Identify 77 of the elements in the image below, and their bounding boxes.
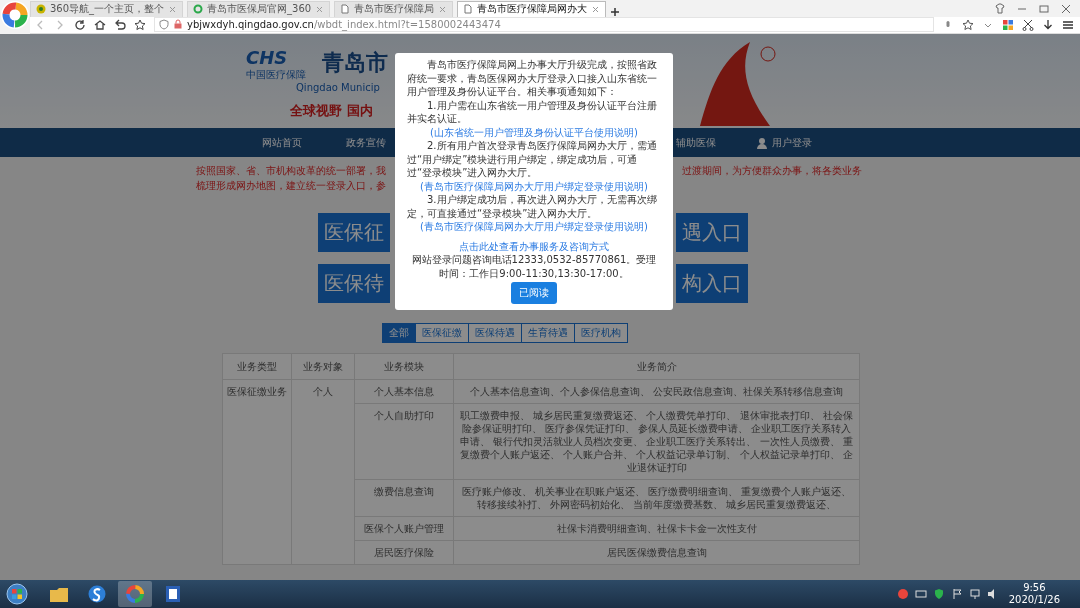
colorful-ring-icon[interactable]	[125, 585, 145, 603]
filter-tab[interactable]: 医保征缴	[415, 323, 469, 343]
apps-grid-icon[interactable]	[1002, 18, 1014, 31]
close-icon[interactable]	[591, 4, 601, 14]
scissors-icon[interactable]	[1022, 18, 1034, 31]
browser-tab[interactable]: 360导航_一个主页，整个	[30, 0, 184, 17]
column-header: 业务简介	[453, 353, 860, 380]
plus-icon[interactable]	[610, 6, 621, 17]
undo-icon[interactable]	[114, 18, 126, 31]
flag-icon[interactable]	[950, 588, 963, 600]
read-button[interactable]: 已阅读	[511, 282, 557, 304]
column-header: 业务对象	[291, 353, 355, 380]
shield-icon	[159, 19, 169, 31]
home-icon[interactable]	[94, 18, 106, 31]
dialog-paragraph: 3.用户绑定成功后，再次进入网办大厅，无需再次绑定，可直接通过“登录模块”进入网办大厅。	[407, 193, 658, 220]
start-orb-icon[interactable]	[6, 583, 28, 605]
shield-icon[interactable]	[932, 588, 945, 600]
entry-button[interactable]: 医保待	[318, 264, 390, 303]
column-header: 业务模块	[354, 353, 454, 380]
table-cell: 个人基本信息	[354, 379, 454, 404]
clock-date: 2020/1/26	[1008, 594, 1060, 606]
contact-text: 网站登录问题咨询电话12333,0532-85770861。受理时间：工作日9:00-11:30,13:30-17:00。	[410, 253, 658, 280]
filter-tab[interactable]: 全部	[382, 323, 416, 343]
menu-icon[interactable]	[1062, 18, 1074, 31]
download-icon[interactable]	[1042, 18, 1054, 31]
filter-tab[interactable]: 医保待遇	[468, 323, 522, 343]
dialog-paragraph: 2.所有用户首次登录青岛医疗保障局网办大厅，需通过“用户绑定”模块进行用户绑定，绑定成功后，可通过“登录模块”进入网办大厅。	[407, 139, 658, 180]
network-icon[interactable]	[968, 588, 981, 600]
table-cell: 个人	[291, 379, 355, 565]
page-icon	[463, 4, 474, 14]
browser-tab[interactable]: 青岛市医保局官网_360	[187, 0, 331, 17]
guide-link[interactable]: (青岛市医疗保障局网办大厅用户绑定登录使用说明)	[407, 179, 661, 193]
logo-text: CHS	[246, 48, 289, 68]
nav-item[interactable]: 辅助医保	[676, 135, 716, 150]
table-cell: 居民医保缴费信息查询	[453, 540, 860, 565]
entry-button[interactable]: 医保征	[318, 213, 390, 252]
folder-icon[interactable]	[49, 585, 69, 603]
slogan-text: 全球视野 国内	[290, 102, 373, 120]
table-cell: 医保征缴业务	[222, 379, 292, 565]
site-subtitle: Qingdao Municip	[296, 82, 380, 93]
nav-item[interactable]: 网站首页	[262, 135, 302, 150]
user-icon[interactable]	[756, 136, 768, 149]
document-icon[interactable]	[163, 585, 183, 603]
lock-icon	[173, 19, 183, 31]
shirt-icon[interactable]	[994, 2, 1006, 15]
column-header: 业务类型	[222, 353, 292, 380]
table-cell: 居民医疗保险	[354, 540, 454, 565]
table-cell: 缴费信息查询	[354, 479, 454, 517]
table-cell: 个人基本信息查询、个人参保信息查询、 公安民政信息查询、社保关系转移信息查询	[453, 379, 860, 404]
login-link[interactable]: 用户登录	[772, 135, 812, 150]
nav-item[interactable]: 政务宣传	[346, 135, 386, 150]
page-icon	[340, 4, 351, 14]
clock-time: 9:56	[1023, 582, 1046, 594]
table-cell: 个人自助打印	[354, 403, 454, 480]
guide-link[interactable]: (山东省统一用户管理及身份认证平台使用说明)	[407, 125, 661, 139]
filter-tab[interactable]: 医疗机构	[574, 323, 628, 343]
notice-text: 过渡期间，为方便群众办事，将各类业务	[682, 164, 862, 178]
keyboard-icon[interactable]	[914, 588, 927, 600]
close-icon[interactable]	[1060, 2, 1072, 15]
site-title: 青岛市	[322, 49, 388, 77]
colorful-ring-logo-icon[interactable]	[0, 0, 30, 30]
address-field[interactable]: ybjwxdyh.qingdao.gov.cn/wbdt_index.html?t=1580002443474	[154, 17, 934, 33]
contact-link[interactable]: 点击此处查看办事服务及咨询方式	[407, 239, 661, 253]
star-icon[interactable]	[134, 18, 146, 31]
browser-tab[interactable]: 青岛市医疗保障局网办大	[457, 0, 607, 17]
dialog-paragraph: 青岛市医疗保障局网上办事大厅升级完成，按照省政府统一要求，青岛医保网办大厅登录入口接入山东省统一用户管理及身份认证平台。相关事项通知如下：	[407, 58, 658, 99]
logo-caption: 中国医疗保障	[246, 68, 306, 82]
filter-tab[interactable]: 生育待遇	[521, 323, 575, 343]
reload-icon[interactable]	[74, 18, 86, 31]
entry-button[interactable]: 遇入口	[676, 213, 748, 252]
table-cell: 医疗账户修改、 机关事业在职账户返还、 医疗缴费明细查询、 重复缴费个人账户返还、转移接续补打、 外网密码初始化、 当前年度缴费基数、 城乡居民重复缴费返还、	[453, 479, 860, 517]
table-cell: 医保个人账户管理	[354, 516, 454, 541]
star-icon[interactable]	[962, 18, 974, 31]
browser-tab[interactable]: 青岛市医疗保障局	[334, 0, 454, 17]
entry-button[interactable]: 构入口	[676, 264, 748, 303]
guide-link[interactable]: (青岛市医疗保障局网办大厅用户绑定登录使用说明)	[407, 220, 661, 234]
dialog-paragraph: 1.用户需在山东省统一用户管理及身份认证平台注册并实名认证。	[407, 98, 658, 126]
